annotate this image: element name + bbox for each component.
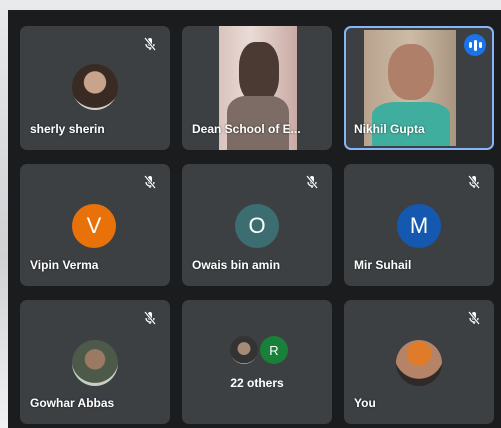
participant-name: Nikhil Gupta — [354, 122, 425, 136]
participant-tile-gowhar[interactable]: Gowhar Abbas — [20, 300, 170, 424]
mic-off-icon — [466, 174, 482, 190]
avatar: V — [72, 204, 116, 248]
avatar — [230, 336, 258, 364]
participant-name: Vipin Verma — [30, 258, 99, 272]
participant-tile-you[interactable]: You — [344, 300, 494, 424]
participant-name: sherly sherin — [30, 122, 105, 136]
others-badge: R — [260, 336, 288, 364]
others-count: 22 others — [230, 376, 284, 390]
participant-tile-mir[interactable]: M Mir Suhail — [344, 164, 494, 286]
background-edge — [0, 0, 501, 10]
participant-name: Gowhar Abbas — [30, 396, 115, 410]
mic-off-icon — [142, 36, 158, 52]
mic-off-icon — [304, 174, 320, 190]
speaking-indicator-icon — [464, 34, 486, 56]
background-edge — [0, 0, 8, 428]
participant-tile-owais[interactable]: O Owais bin amin — [182, 164, 332, 286]
mic-off-icon — [142, 174, 158, 190]
avatar: M — [397, 204, 441, 248]
mic-off-icon — [466, 310, 482, 326]
mic-off-icon — [142, 310, 158, 326]
participant-tile-nikhil[interactable]: Nikhil Gupta — [344, 26, 494, 150]
avatar — [396, 340, 442, 386]
participant-name: Owais bin amin — [192, 258, 281, 272]
others-tile[interactable]: R 22 others — [182, 300, 332, 424]
participant-tile-dean[interactable]: Dean School of E... — [182, 26, 332, 150]
avatar: O — [235, 204, 279, 248]
avatar — [72, 64, 118, 110]
avatar — [72, 340, 118, 386]
participant-name: Mir Suhail — [354, 258, 412, 272]
participant-tile-sherly[interactable]: sherly sherin — [20, 26, 170, 150]
participant-tile-vipin[interactable]: V Vipin Verma — [20, 164, 170, 286]
participant-name: You — [354, 396, 376, 410]
participant-name: Dean School of E... — [192, 122, 301, 136]
